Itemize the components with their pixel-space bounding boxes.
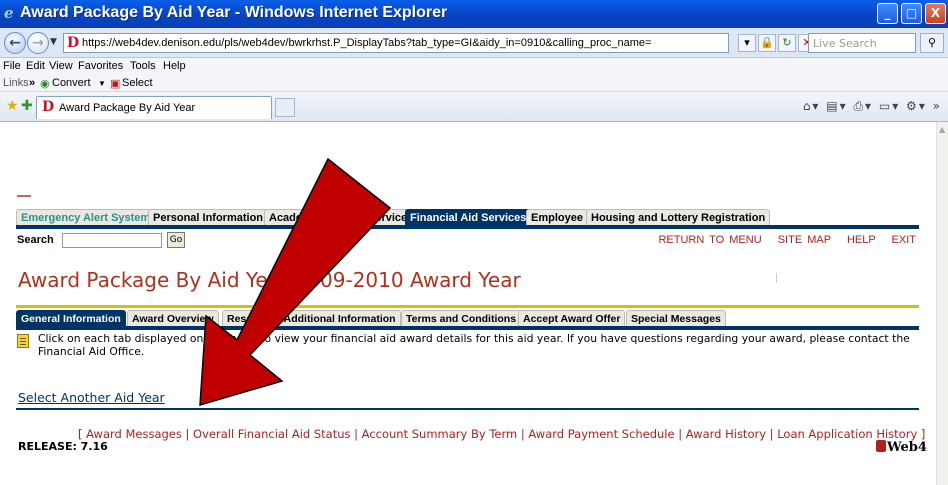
tab-employee[interactable]: Employee — [526, 209, 588, 225]
convert-button[interactable]: Convert — [52, 77, 91, 89]
menu-help[interactable]: Help — [163, 60, 186, 72]
release-version: RELEASE: 7.16 — [18, 440, 108, 453]
header-decoration — [17, 195, 31, 197]
select-button[interactable]: Select — [122, 77, 153, 89]
favorites-star-icon[interactable]: ★ — [6, 98, 19, 114]
back-button[interactable]: ← — [4, 32, 26, 54]
site-tabs-divider — [16, 225, 919, 229]
site-map-link[interactable]: SITE MAP — [778, 234, 831, 246]
search-label: Search — [17, 234, 54, 246]
go-button[interactable]: Go — [167, 232, 185, 248]
maximize-button[interactable]: □ — [901, 3, 922, 24]
window-title-bar[interactable]: e Award Package By Aid Year - Windows In… — [0, 0, 948, 28]
tab-housing-lottery[interactable]: Housing and Lottery Registration — [586, 209, 771, 225]
site-search-input[interactable] — [62, 233, 162, 248]
page-title: Award Package By Aid Year 2009-2010 Awar… — [18, 268, 521, 292]
chevron-right-icon[interactable]: » — [29, 77, 35, 89]
tab-award-overview[interactable]: Award Overview — [127, 310, 219, 326]
address-input[interactable]: D https://web4dev.denison.edu/pls/web4de… — [63, 33, 729, 53]
tab-favicon-icon: D — [42, 99, 55, 115]
new-tab-button[interactable] — [275, 98, 295, 117]
web4-logo-text: Web4 — [887, 440, 927, 455]
content-divider — [16, 408, 919, 410]
browser-tab-active[interactable]: D Award Package By Aid Year — [36, 96, 272, 119]
title-marker — [776, 273, 777, 283]
info-text: Click on each tab displayed on this page… — [38, 332, 910, 358]
help-link[interactable]: HELP — [847, 234, 876, 246]
award-tabs-divider — [16, 326, 919, 330]
convert-icon: ◉ — [40, 78, 50, 90]
tab-special-messages[interactable]: Special Messages — [626, 310, 726, 326]
page-content: Emergency Alert System Personal Informat… — [0, 122, 936, 485]
close-button[interactable]: X — [925, 3, 946, 24]
title-divider — [16, 305, 919, 308]
utility-links: RETURN TO MENU SITE MAP HELP EXIT — [647, 234, 916, 246]
menu-view[interactable]: View — [49, 60, 73, 72]
tab-accept-award-offer[interactable]: Accept Award Offer — [518, 310, 626, 326]
scroll-up-icon[interactable]: ▲ — [939, 125, 945, 134]
menu-file[interactable]: File — [3, 60, 21, 72]
minimize-button[interactable]: _ — [877, 3, 898, 24]
forward-button[interactable]: → — [27, 32, 49, 54]
tab-academic-student-services[interactable]: Academic/Student Services — [264, 209, 419, 225]
tab-emergency-alert-system[interactable]: Emergency Alert System — [16, 209, 156, 225]
menu-bar: File Edit View Favorites Tools Help — [0, 58, 948, 75]
tab-general-information[interactable]: General Information — [16, 310, 126, 326]
address-dropdown-icon[interactable]: ▾ — [738, 34, 756, 52]
window-title: Award Package By Aid Year - Windows Inte… — [20, 4, 448, 21]
live-search-input[interactable]: Live Search — [808, 33, 916, 53]
search-icon[interactable]: ⚲ — [920, 33, 944, 53]
tab-financial-aid-services[interactable]: Financial Aid Services — [405, 209, 532, 225]
address-toolbar: ← → ▼ D https://web4dev.denison.edu/pls/… — [0, 28, 948, 58]
web4-logo: Web4 — [876, 440, 927, 455]
add-favorites-icon[interactable]: ✚ — [21, 98, 33, 114]
select-another-aid-year-link[interactable]: Select Another Aid Year — [18, 390, 165, 405]
vertical-scrollbar[interactable]: ▲ — [936, 122, 948, 485]
footer-links[interactable]: [ Award Messages | Overall Financial Aid… — [78, 427, 925, 441]
bullet-logo-icon — [876, 440, 886, 452]
lock-icon[interactable]: 🔒 — [758, 34, 776, 52]
command-bar-icons[interactable]: ⌂▾ ▤▾ ⎙▾ ▭▾ ⚙▾ » — [803, 99, 942, 114]
menu-edit[interactable]: Edit — [26, 60, 45, 72]
tab-personal-information[interactable]: Personal Information — [148, 209, 269, 225]
exit-link[interactable]: EXIT — [892, 234, 916, 246]
refresh-icon[interactable]: ↻ — [778, 34, 796, 52]
menu-favorites[interactable]: Favorites — [78, 60, 123, 72]
tab-resources-additional-information[interactable]: Resources/Additional Information — [222, 310, 401, 326]
convert-dropdown-icon[interactable]: ▼ — [98, 79, 106, 88]
recent-pages-dropdown-icon[interactable]: ▼ — [50, 37, 57, 47]
ie-logo-icon: e — [4, 4, 14, 22]
browser-tab-bar: ★ ✚ D Award Package By Aid Year ⌂▾ ▤▾ ⎙▾… — [0, 92, 948, 122]
info-note-icon — [17, 334, 29, 348]
address-url: https://web4dev.denison.edu/pls/web4dev/… — [82, 37, 652, 49]
links-label[interactable]: Links — [3, 77, 29, 89]
site-favicon-icon: D — [67, 35, 80, 51]
links-bar: Links » ◉ Convert ▼ ▣ Select — [0, 75, 948, 92]
select-icon: ▣ — [110, 78, 121, 90]
menu-tools[interactable]: Tools — [130, 60, 156, 72]
browser-tab-title: Award Package By Aid Year — [59, 102, 196, 114]
return-to-menu-link[interactable]: RETURN TO MENU — [658, 234, 761, 246]
tab-terms-and-conditions[interactable]: Terms and Conditions — [401, 310, 522, 326]
